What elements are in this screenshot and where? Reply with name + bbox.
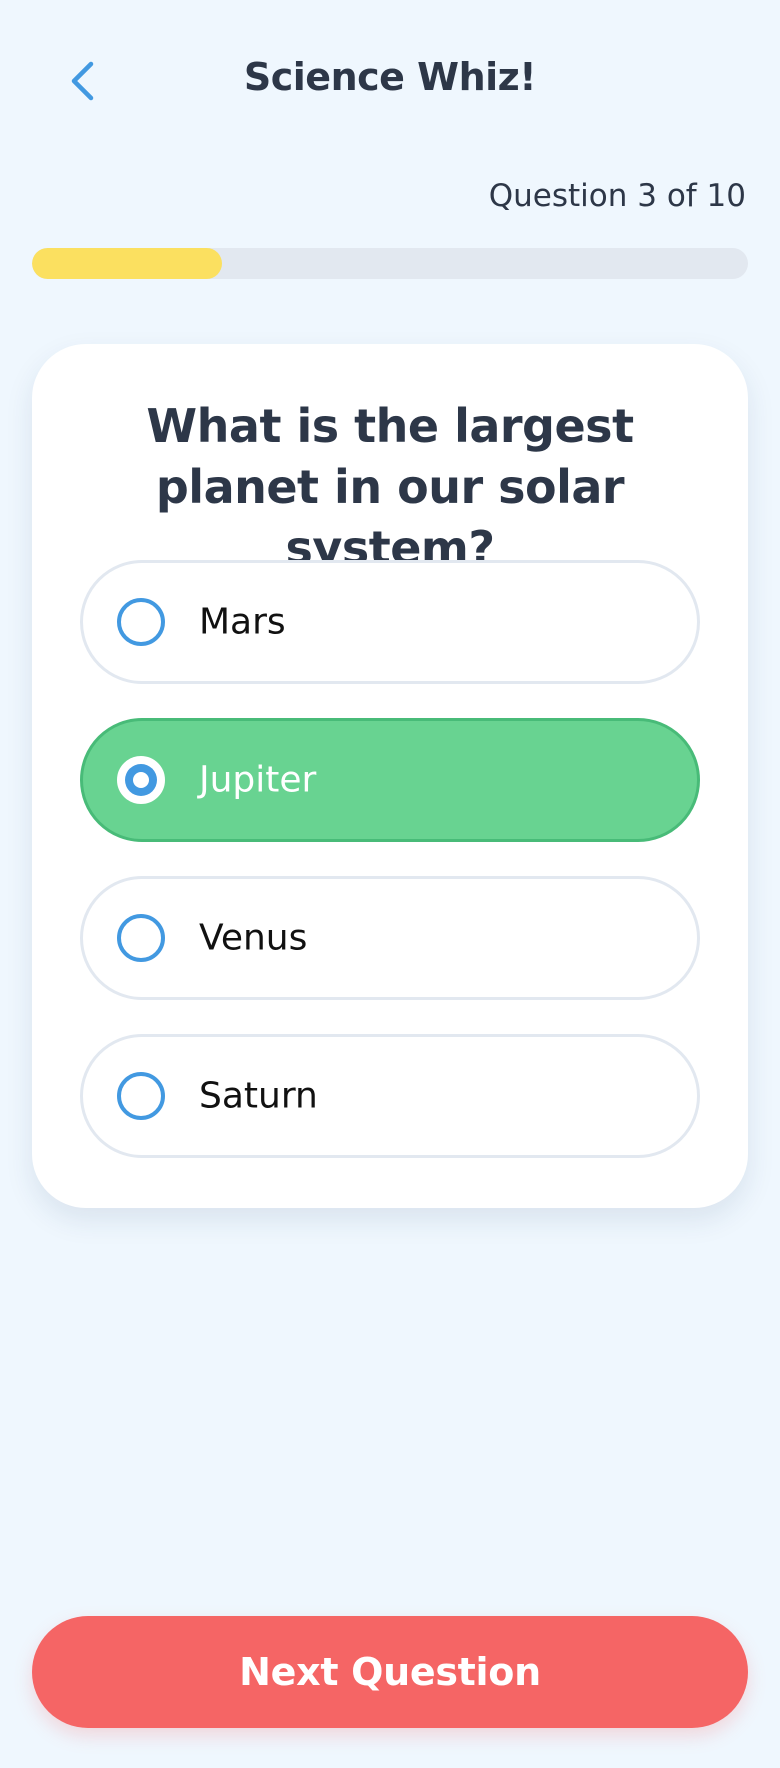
radio-button[interactable]	[117, 914, 165, 962]
progress-bar-fill	[32, 248, 222, 279]
radio-selected-dot	[125, 764, 157, 796]
answer-option-saturn[interactable]: Saturn	[80, 1034, 700, 1158]
answer-option-mars[interactable]: Mars	[80, 560, 700, 684]
answer-option-label: Jupiter	[199, 759, 317, 801]
page-title: Science Whiz!	[243, 55, 537, 99]
answer-option-label: Saturn	[199, 1075, 318, 1117]
question-text: What is the largest planet in our solar …	[146, 399, 634, 575]
answer-option-jupiter[interactable]: Jupiter	[80, 718, 700, 842]
radio-button[interactable]	[117, 756, 165, 804]
header: Science Whiz!	[0, 0, 780, 165]
answer-option-label: Mars	[199, 601, 286, 643]
progress-label: Question 3 of 10	[488, 178, 746, 214]
answer-option-venus[interactable]: Venus	[80, 876, 700, 1000]
answer-option-label: Venus	[199, 917, 308, 959]
answer-options: Mars Jupiter Venus Saturn	[80, 560, 700, 1192]
question-card: What is the largest planet in our solar …	[32, 344, 748, 1208]
radio-button[interactable]	[117, 1072, 165, 1120]
next-question-button[interactable]: Next Question	[32, 1616, 748, 1728]
radio-button[interactable]	[117, 598, 165, 646]
progress-bar	[32, 248, 748, 279]
